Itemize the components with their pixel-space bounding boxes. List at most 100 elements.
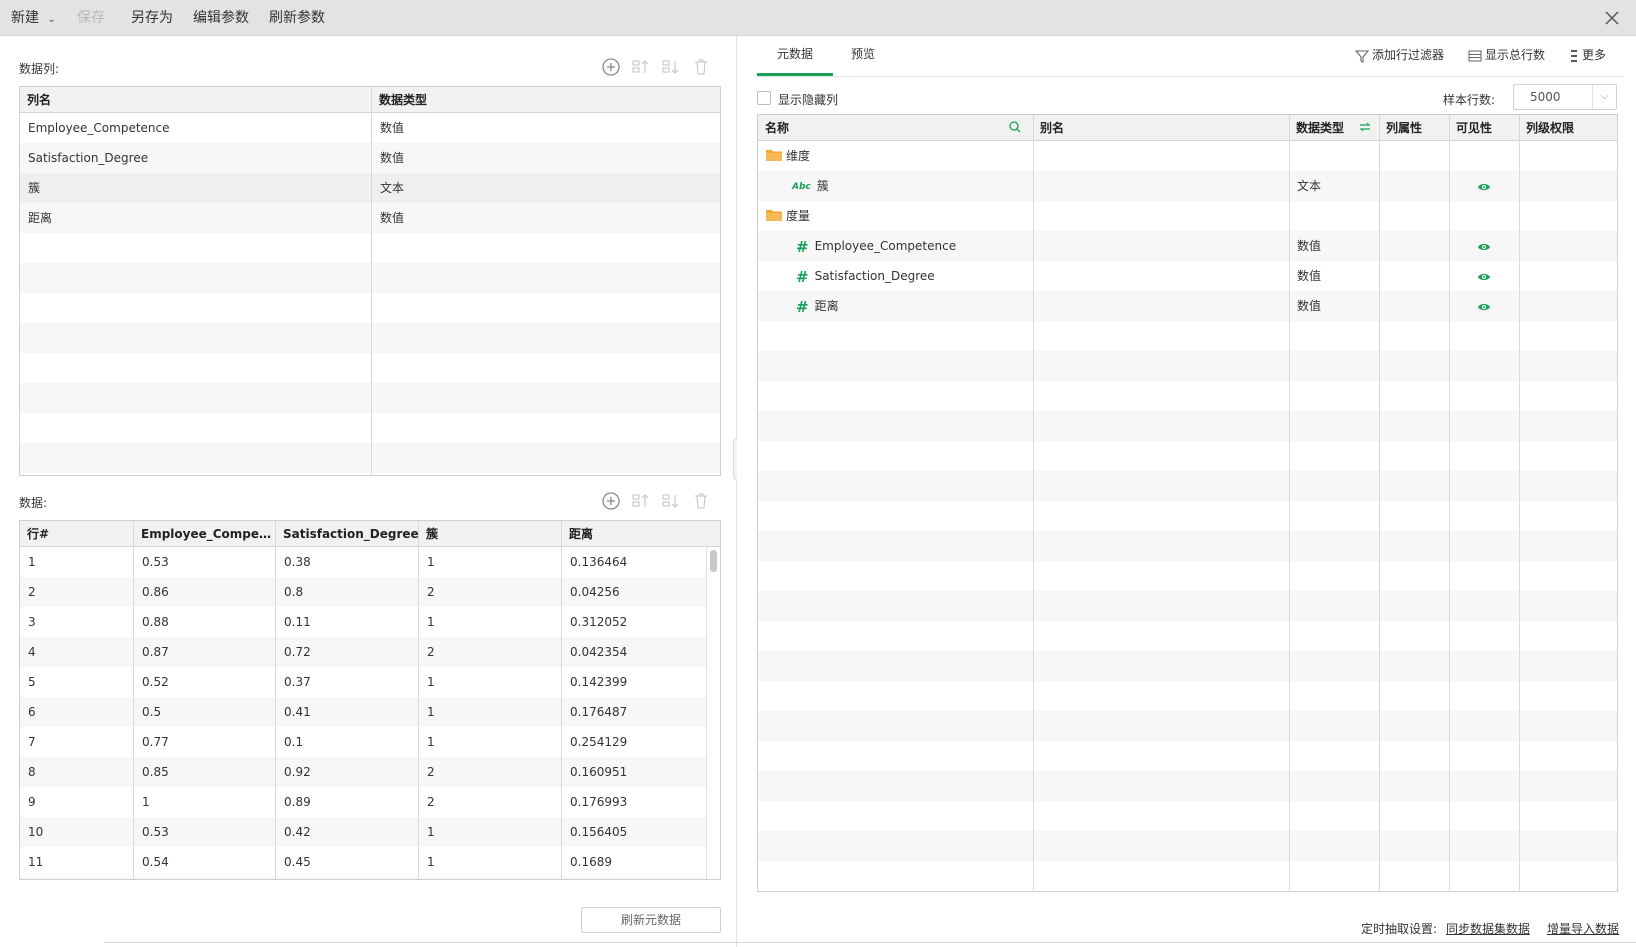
scrollbar-thumb[interactable] xyxy=(710,550,717,572)
empty-row xyxy=(758,411,1617,441)
cell-distance: 0.136464 xyxy=(570,555,628,569)
cell-employee-competence: 0.87 xyxy=(142,645,169,659)
visibility-eye-icon[interactable] xyxy=(1477,241,1491,255)
empty-row xyxy=(20,293,720,323)
more-icon xyxy=(1571,49,1577,62)
show-total-rows-button[interactable]: 显示总行数 xyxy=(1468,44,1545,66)
columns-table: 列名 数据类型 Employee_Competence 数值 Satisfact… xyxy=(19,86,721,476)
cell-row-number: 10 xyxy=(28,825,44,839)
move-up-icon[interactable] xyxy=(630,490,652,512)
header-data-type: 数据类型 xyxy=(379,93,428,107)
table-row[interactable]: 10 0.53 0.42 1 0.156405 xyxy=(20,817,720,847)
cell-cluster: 1 xyxy=(427,855,435,869)
add-row-icon[interactable] xyxy=(600,490,622,512)
add-row-filter-label: 添加行过滤器 xyxy=(1372,48,1445,62)
table-row[interactable]: 1 0.53 0.38 1 0.136464 xyxy=(20,547,720,577)
table-row[interactable]: 6 0.5 0.41 1 0.176487 xyxy=(20,697,720,727)
save-button[interactable]: 保存 xyxy=(77,0,105,36)
folder-row[interactable]: 度量 xyxy=(758,201,1617,231)
sync-dataset-link[interactable]: 同步数据集数据 xyxy=(1446,920,1530,937)
column-divider xyxy=(418,521,419,879)
delete-icon[interactable] xyxy=(690,56,712,78)
table-row[interactable]: 距离 数值 xyxy=(20,203,720,233)
save-as-button[interactable]: 另存为 xyxy=(131,0,173,36)
field-name: 簇 xyxy=(816,179,829,193)
column-divider xyxy=(1519,115,1520,891)
empty-row xyxy=(758,591,1617,621)
header-column-name: 列名 xyxy=(27,93,52,107)
field-row[interactable]: Abc 簇 文本 xyxy=(758,171,1617,201)
columns-section-label: 数据列: xyxy=(19,62,60,76)
more-button[interactable]: 更多 xyxy=(1569,44,1606,66)
new-button[interactable]: 新建 ⌄ xyxy=(11,0,56,36)
search-icon[interactable] xyxy=(1008,120,1022,137)
table-row[interactable]: 7 0.77 0.1 1 0.254129 xyxy=(20,727,720,757)
cell-distance: 0.254129 xyxy=(570,735,628,749)
cell-name: 维度 xyxy=(758,141,1033,171)
sample-rows-select[interactable]: 5000 ⌵ xyxy=(1513,84,1617,110)
table-row[interactable]: 9 1 0.89 2 0.176993 xyxy=(20,787,720,817)
cell-satisfaction-degree: 0.1 xyxy=(284,735,304,749)
empty-row xyxy=(758,681,1617,711)
column-divider xyxy=(1379,115,1380,891)
cell-name: # Satisfaction_Degree xyxy=(758,261,1033,291)
tab-preview[interactable]: 预览 xyxy=(833,36,893,76)
table-row[interactable]: 2 0.86 0.8 2 0.04256 xyxy=(20,577,720,607)
cell-distance: 0.176487 xyxy=(570,705,628,719)
convert-type-icon[interactable] xyxy=(1358,120,1372,137)
schedule-label: 定时抽取设置: xyxy=(1361,922,1438,936)
move-up-icon[interactable] xyxy=(630,56,652,78)
header-row-number: 行# xyxy=(27,527,50,541)
empty-row xyxy=(20,383,720,413)
visibility-eye-icon[interactable] xyxy=(1477,181,1491,195)
bottom-divider xyxy=(104,942,1636,943)
empty-row xyxy=(758,561,1617,591)
folder-row[interactable]: 维度 xyxy=(758,141,1617,171)
field-name: 维度 xyxy=(786,149,811,163)
refresh-metadata-button[interactable]: 刷新元数据 xyxy=(581,907,721,933)
close-icon[interactable] xyxy=(1602,8,1622,28)
table-row[interactable]: 簇 文本 xyxy=(20,173,720,203)
show-hidden-columns-checkbox[interactable] xyxy=(757,91,771,105)
folder-icon xyxy=(766,142,782,172)
table-row[interactable]: 3 0.88 0.11 1 0.312052 xyxy=(20,607,720,637)
add-column-icon[interactable] xyxy=(600,56,622,78)
empty-row xyxy=(758,741,1617,771)
visibility-eye-icon[interactable] xyxy=(1477,271,1491,285)
visibility-eye-icon[interactable] xyxy=(1477,301,1491,315)
table-row[interactable]: 11 0.54 0.45 1 0.1689 xyxy=(20,847,720,877)
move-down-icon[interactable] xyxy=(660,56,682,78)
incremental-import-link[interactable]: 增量导入数据 xyxy=(1547,920,1619,937)
cell-name: 距离 xyxy=(28,211,53,225)
add-row-filter-button[interactable]: 添加行过滤器 xyxy=(1354,44,1445,66)
cell-row-number: 6 xyxy=(28,705,36,719)
delete-icon[interactable] xyxy=(690,490,712,512)
show-hidden-columns-label: 显示隐藏列 xyxy=(778,93,839,107)
table-row[interactable]: 8 0.85 0.92 2 0.160951 xyxy=(20,757,720,787)
cell-type: 文本 xyxy=(380,181,405,195)
cell-data-type: 数值 xyxy=(1297,269,1322,283)
table-row[interactable]: Satisfaction_Degree 数值 xyxy=(20,143,720,173)
empty-row xyxy=(758,711,1617,741)
chevron-down-icon[interactable]: ⌵ xyxy=(1592,85,1616,109)
field-row[interactable]: # 距离 数值 xyxy=(758,291,1617,321)
cell-name: 簇 xyxy=(28,181,41,195)
tab-metadata[interactable]: 元数据 xyxy=(757,36,833,76)
table-row[interactable]: 4 0.87 0.72 2 0.042354 xyxy=(20,637,720,667)
cell-distance: 0.1689 xyxy=(570,855,612,869)
table-row[interactable]: Employee_Competence 数值 xyxy=(20,113,720,143)
edit-params-button[interactable]: 编辑参数 xyxy=(193,0,249,36)
cell-cluster: 2 xyxy=(427,795,435,809)
header-name: 名称 xyxy=(765,121,790,135)
table-row[interactable]: 5 0.52 0.37 1 0.142399 xyxy=(20,667,720,697)
cell-name: # 距离 xyxy=(758,291,1033,321)
refresh-params-button[interactable]: 刷新参数 xyxy=(269,0,325,36)
field-row[interactable]: # Satisfaction_Degree 数值 xyxy=(758,261,1617,291)
number-type-icon: # xyxy=(796,267,809,286)
move-down-icon[interactable] xyxy=(660,490,682,512)
empty-row xyxy=(20,263,720,293)
field-row[interactable]: # Employee_Competence 数值 xyxy=(758,231,1617,261)
cell-name: Abc 簇 xyxy=(758,171,1033,201)
show-total-rows-label: 显示总行数 xyxy=(1485,48,1546,62)
data-table-scrollbar[interactable] xyxy=(706,547,720,879)
